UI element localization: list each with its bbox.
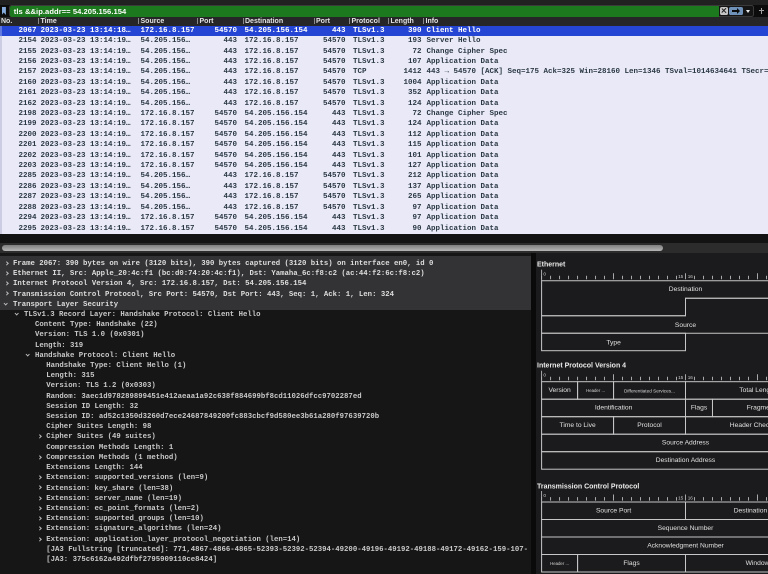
svg-text:15: 15 — [678, 495, 684, 500]
svg-text:Source Port: Source Port — [595, 507, 630, 514]
svg-text:Window: Window — [745, 560, 768, 567]
svg-text:Internet Protocol Version 4: Internet Protocol Version 4 — [537, 362, 626, 369]
svg-text:Header Checksum: Header Checksum — [729, 422, 768, 429]
svg-text:Destination Port: Destination Port — [733, 507, 768, 514]
svg-text:Identification: Identification — [594, 404, 632, 411]
svg-text:Destination: Destination — [668, 286, 702, 293]
svg-text:0: 0 — [543, 271, 546, 276]
svg-text:16: 16 — [687, 274, 693, 279]
svg-text:Acknowledgment Number: Acknowledgment Number — [647, 542, 724, 549]
svg-text:Total Length: Total Length — [739, 387, 768, 394]
svg-text:Header ...: Header ... — [550, 561, 569, 566]
svg-text:16: 16 — [687, 495, 693, 500]
svg-text:Destination Address: Destination Address — [655, 457, 715, 464]
svg-text:Version: Version — [548, 387, 571, 394]
svg-text:15: 15 — [678, 274, 684, 279]
svg-text:15: 15 — [678, 375, 684, 380]
svg-text:Source Address: Source Address — [661, 439, 709, 446]
svg-text:Type: Type — [606, 339, 621, 346]
svg-text:Differentiated Services...: Differentiated Services... — [624, 388, 675, 393]
svg-text:Ethernet: Ethernet — [537, 261, 566, 268]
svg-text:Protocol: Protocol — [637, 422, 662, 429]
svg-text:Fragment Offset: Fragment Offset — [746, 404, 768, 411]
svg-text:Source: Source — [674, 321, 695, 328]
svg-text:0: 0 — [543, 372, 546, 377]
svg-text:Flags: Flags — [623, 560, 640, 567]
svg-text:Transmission Control Protocol: Transmission Control Protocol — [537, 483, 639, 490]
svg-text:Sequence Number: Sequence Number — [657, 525, 714, 532]
svg-text:0: 0 — [543, 492, 546, 497]
svg-text:Time to Live: Time to Live — [559, 422, 595, 429]
svg-text:Flags: Flags — [690, 404, 707, 411]
svg-text:16: 16 — [687, 375, 693, 380]
svg-text:Header ...: Header ... — [586, 387, 605, 392]
